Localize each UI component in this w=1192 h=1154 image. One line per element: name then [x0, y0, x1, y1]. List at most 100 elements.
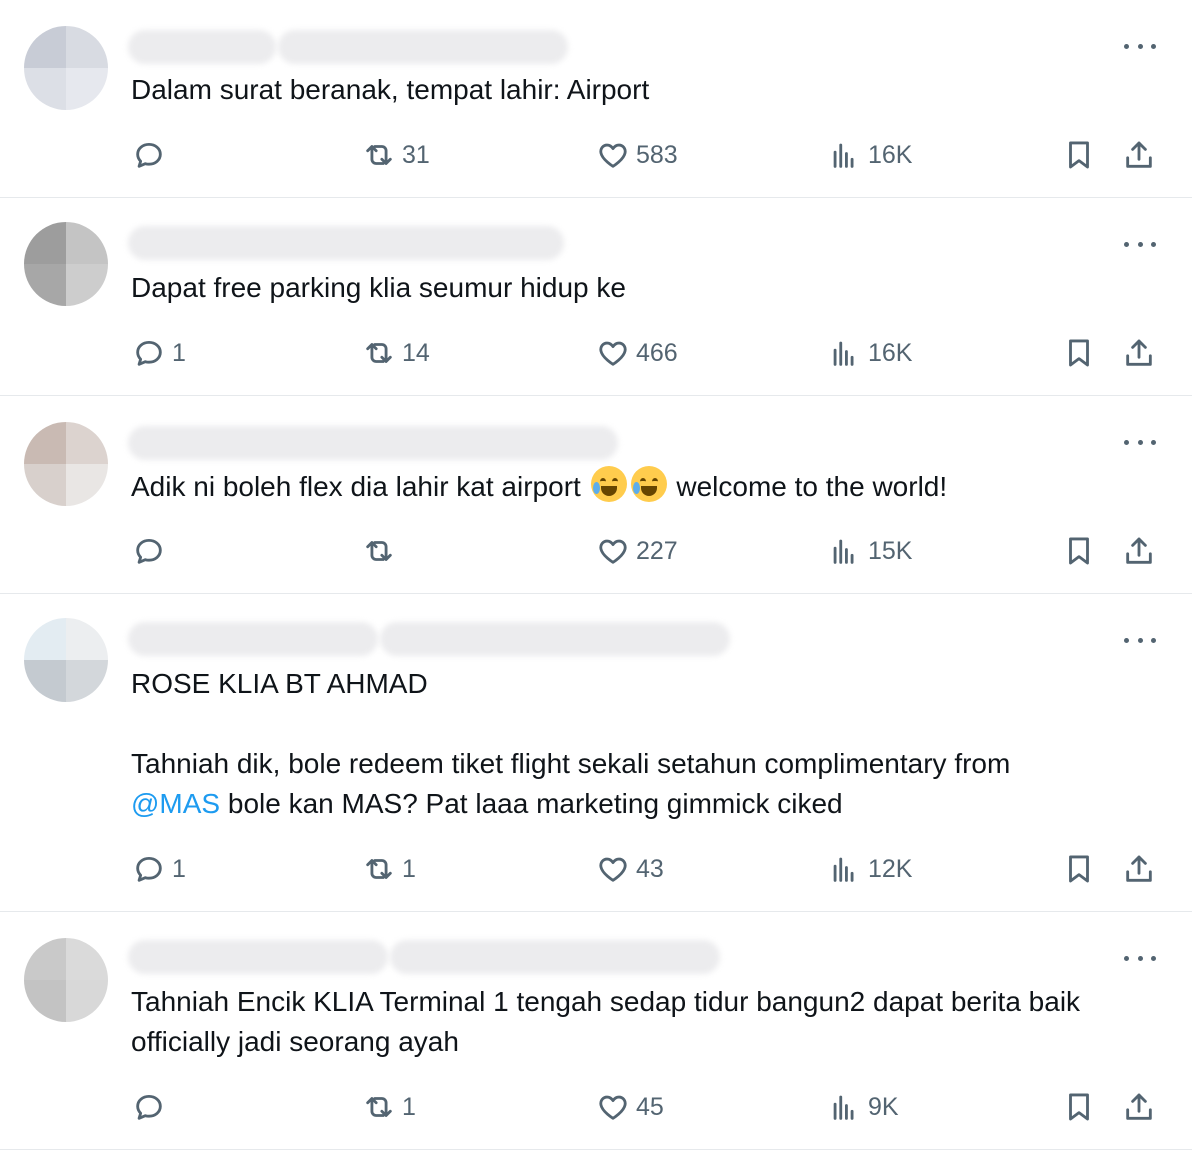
bookmark-icon: [1069, 141, 1089, 169]
reply-bubble-icon: [136, 1094, 162, 1120]
share-icon: [1126, 339, 1152, 366]
more-dots-icon[interactable]: [1124, 630, 1156, 650]
blurred-username[interactable]: [128, 226, 748, 266]
retweet-button[interactable]: 31: [362, 135, 430, 175]
avatar[interactable]: [24, 422, 108, 506]
avatar[interactable]: [24, 26, 108, 110]
heart-icon: [599, 1095, 627, 1120]
reply-bubble-icon: [136, 340, 162, 366]
like-button[interactable]: 583: [596, 135, 678, 175]
reply-item[interactable]: Dapat free parking klia seumur hidup ke …: [0, 198, 1192, 396]
loudly-crying-face-icon: [590, 466, 627, 502]
reply-button[interactable]: [132, 135, 172, 175]
bookmark-button[interactable]: [1062, 531, 1096, 571]
reply-count: 1: [172, 338, 186, 367]
blurred-username[interactable]: [128, 30, 748, 70]
blurred-username[interactable]: [128, 426, 748, 466]
like-button[interactable]: 466: [596, 333, 678, 373]
retweet-count: 31: [402, 140, 430, 169]
avatar[interactable]: [24, 938, 108, 1022]
like-button[interactable]: 45: [596, 1087, 664, 1127]
view-count: 16K: [868, 338, 913, 367]
reply-item[interactable]: Adik ni boleh flex dia lahir kat airport…: [0, 396, 1192, 594]
reply-text: Tahniah Encik KLIA Terminal 1 tengah sed…: [131, 986, 1088, 1057]
bookmark-button[interactable]: [1062, 1087, 1096, 1127]
blurred-username[interactable]: [128, 622, 748, 662]
bar-chart-icon: [833, 539, 854, 564]
views-button[interactable]: 9K: [828, 1087, 899, 1127]
more-dots-icon[interactable]: [1124, 36, 1156, 56]
share-button[interactable]: [1122, 531, 1156, 571]
reply-button[interactable]: 1: [132, 333, 186, 373]
share-button[interactable]: [1122, 1087, 1156, 1127]
retweet-icon: [366, 145, 392, 165]
bookmark-icon: [1069, 537, 1089, 565]
action-bar: 1 45 9K: [0, 1087, 1192, 1127]
bookmark-button[interactable]: [1062, 333, 1096, 373]
bar-chart-icon: [833, 857, 854, 882]
bookmark-icon: [1069, 855, 1089, 883]
more-dots-icon[interactable]: [1124, 234, 1156, 254]
share-button[interactable]: [1122, 333, 1156, 373]
reply-button[interactable]: 1: [132, 849, 186, 889]
reply-bubble-icon: [136, 142, 162, 168]
bookmark-icon: [1069, 339, 1089, 367]
retweet-count: 14: [402, 338, 430, 367]
blurred-username[interactable]: [128, 940, 748, 980]
bookmark-button[interactable]: [1062, 849, 1096, 889]
reply-text-part: welcome to the world!: [668, 471, 948, 502]
retweet-button[interactable]: 14: [362, 333, 430, 373]
share-icon: [1126, 855, 1152, 882]
like-button[interactable]: 43: [596, 849, 664, 889]
bookmark-button[interactable]: [1062, 135, 1096, 175]
heart-icon: [599, 143, 627, 168]
reply-button[interactable]: [132, 1087, 172, 1127]
views-button[interactable]: 16K: [828, 333, 912, 373]
more-dots-icon[interactable]: [1124, 432, 1156, 452]
reply-count: 1: [172, 854, 186, 883]
reply-item[interactable]: ROSE KLIA BT AHMAD Tahniah dik, bole rede…: [0, 594, 1192, 912]
like-button[interactable]: 227: [596, 531, 678, 571]
retweet-icon: [366, 859, 392, 879]
view-count: 16K: [868, 140, 913, 169]
heart-icon: [599, 341, 627, 366]
reply-item[interactable]: Dalam surat beranak, tempat lahir: Airpo…: [0, 0, 1192, 198]
retweet-button[interactable]: 1: [362, 849, 416, 889]
share-icon: [1126, 141, 1152, 168]
reply-item[interactable]: Tahniah Encik KLIA Terminal 1 tengah sed…: [0, 912, 1192, 1150]
retweet-count: 1: [402, 1092, 416, 1121]
reply-text: ROSE KLIA BT AHMAD Tahniah dik, bole rede…: [131, 664, 1132, 824]
share-button[interactable]: [1122, 849, 1156, 889]
retweet-button[interactable]: 1: [362, 1087, 416, 1127]
views-button[interactable]: 16K: [828, 135, 912, 175]
avatar[interactable]: [24, 618, 108, 702]
reply-text-line: Tahniah dik, bole redeem tiket flight se…: [131, 748, 1011, 779]
mention-link[interactable]: @MAS: [131, 788, 220, 819]
heart-icon: [599, 539, 627, 564]
more-dots-icon[interactable]: [1124, 948, 1156, 968]
reply-text: Dapat free parking klia seumur hidup ke: [131, 272, 626, 303]
bookmark-icon: [1069, 1093, 1089, 1121]
reply-button[interactable]: [132, 531, 172, 571]
reply-text: Dalam surat beranak, tempat lahir: Airpo…: [131, 74, 650, 105]
reply-text: Adik ni boleh flex dia lahir kat airport…: [131, 466, 1132, 507]
avatar[interactable]: [24, 222, 108, 306]
view-count: 15K: [868, 536, 913, 565]
like-count: 227: [636, 536, 678, 565]
action-bar: 227 15K: [0, 531, 1192, 571]
reply-bubble-icon: [136, 856, 162, 882]
views-button[interactable]: 15K: [828, 531, 912, 571]
view-count: 12K: [868, 854, 913, 883]
share-button[interactable]: [1122, 135, 1156, 175]
face-with-tears-of-joy-icon: [630, 466, 667, 502]
share-icon: [1126, 537, 1152, 564]
like-count: 466: [636, 338, 678, 367]
retweet-button[interactable]: [362, 531, 402, 571]
retweet-count: 1: [402, 854, 416, 883]
views-button[interactable]: 12K: [828, 849, 912, 889]
bar-chart-icon: [833, 1095, 854, 1120]
retweet-icon: [366, 541, 392, 561]
retweet-icon: [366, 1097, 392, 1117]
reply-text-part: Adik ni boleh flex dia lahir kat airport: [131, 471, 589, 502]
retweet-icon: [366, 343, 392, 363]
